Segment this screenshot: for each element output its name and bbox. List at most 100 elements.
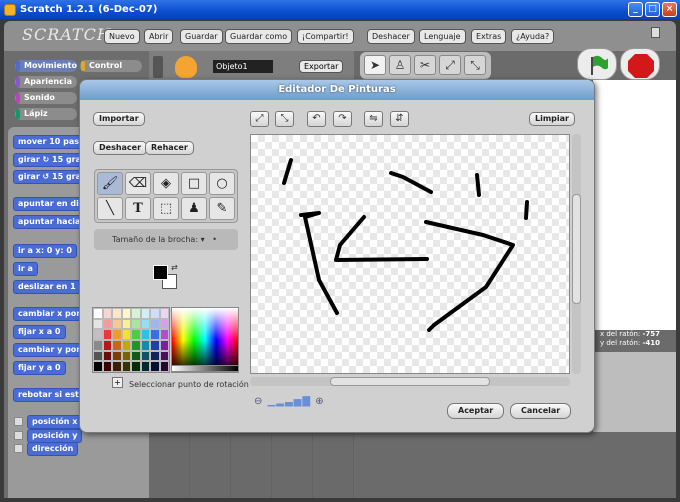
pointer-tool-icon[interactable]: ➤ [364, 55, 386, 75]
color-swatch[interactable] [131, 350, 141, 362]
color-swatch[interactable] [140, 318, 150, 330]
block-glide[interactable]: deslizar en 1 s [13, 280, 89, 294]
category-control[interactable]: Control [80, 60, 142, 72]
color-swatch[interactable] [131, 318, 141, 330]
brush-size-selector[interactable]: Tamaño de la brocha: ▾ • [94, 229, 238, 250]
color-swatch[interactable] [102, 339, 112, 351]
redo-button[interactable]: Rehacer [145, 141, 194, 155]
flip-vertical-icon[interactable]: ⇵ [390, 111, 409, 127]
eyedropper-tool-icon[interactable]: ✎ [209, 197, 235, 220]
category-pen[interactable]: Lápiz [15, 108, 77, 120]
clear-button[interactable]: Limpiar [529, 112, 575, 126]
color-swatch[interactable] [159, 318, 169, 330]
color-swatch[interactable] [93, 318, 103, 330]
grayscale-bar[interactable] [171, 365, 239, 372]
maximize-button[interactable]: □ [645, 2, 660, 17]
text-tool-icon[interactable]: T [125, 197, 151, 220]
rotate-left-icon[interactable]: ↶ [307, 111, 326, 127]
eraser-tool-icon[interactable]: ⌫ [125, 172, 151, 195]
color-swatch[interactable] [112, 339, 122, 351]
category-looks[interactable]: Apariencia [15, 76, 77, 88]
stop-button[interactable] [620, 48, 660, 80]
color-swatch[interactable] [121, 329, 131, 340]
color-swatch[interactable] [93, 339, 103, 351]
color-swatch[interactable] [140, 361, 150, 372]
color-swatch[interactable] [131, 329, 141, 340]
delete-tool-icon[interactable]: ✂ [414, 55, 436, 75]
color-swatch[interactable] [159, 350, 169, 362]
menu-help-button[interactable]: ¿Ayuda? [511, 29, 555, 44]
color-swatch[interactable] [140, 339, 150, 351]
select-tool-icon[interactable]: ⬚ [153, 197, 179, 220]
notes-icon[interactable] [651, 27, 660, 38]
sprite-rotation-style-icon[interactable] [153, 56, 163, 78]
rotate-right-icon[interactable]: ↷ [333, 111, 352, 127]
reporter-checkbox[interactable] [14, 417, 23, 426]
zoom-in-icon[interactable]: ⊕ [315, 396, 324, 407]
color-swatch[interactable] [159, 308, 169, 319]
block-go-to-xy[interactable]: ir a x: 0 y: 0 [13, 244, 77, 258]
color-swatch[interactable] [131, 308, 141, 319]
color-swatch[interactable] [150, 308, 160, 319]
color-swatch[interactable] [93, 308, 103, 319]
block-go-to[interactable]: ir a [13, 262, 38, 276]
block-set-x[interactable]: fijar x a 0 [13, 325, 66, 339]
color-swatch[interactable] [102, 308, 112, 319]
color-swatch[interactable] [150, 318, 160, 330]
canvas-horizontal-scrollbar[interactable] [250, 377, 570, 386]
color-swatch[interactable] [93, 350, 103, 362]
zoom-level-bars-icon[interactable]: ▁▂▃▅▇ [268, 396, 311, 407]
color-swatch[interactable] [140, 350, 150, 362]
menu-share-button[interactable]: ¡Compartir! [297, 29, 354, 44]
block-direction[interactable]: dirección [27, 442, 79, 456]
color-swatch[interactable] [93, 329, 103, 340]
color-swatch[interactable] [131, 361, 141, 372]
undo-button[interactable]: Deshacer [93, 141, 148, 155]
block-change-y[interactable]: cambiar y por [13, 343, 86, 357]
color-spectrum-picker[interactable] [171, 307, 239, 373]
zoom-control[interactable]: ⊖ ▁▂▃▅▇ ⊕ [254, 396, 325, 407]
zoom-out-icon[interactable]: ⊖ [254, 396, 263, 407]
color-swatch[interactable] [102, 318, 112, 330]
color-swatch[interactable] [121, 339, 131, 351]
green-flag-button[interactable] [577, 48, 617, 80]
color-swatch[interactable] [159, 329, 169, 340]
close-button[interactable]: × [662, 2, 677, 17]
menu-language-button[interactable]: Lenguaje [419, 29, 466, 44]
color-swatch[interactable] [159, 339, 169, 351]
fill-tool-icon[interactable]: ◈ [153, 172, 179, 195]
block-point-towards[interactable]: apuntar hacia [13, 215, 86, 229]
menu-save-as-button[interactable]: Guardar como [225, 29, 293, 44]
block-y-position[interactable]: posición y [27, 429, 83, 443]
accept-button[interactable]: Aceptar [447, 403, 505, 419]
horizontal-scroll-thumb[interactable] [330, 377, 490, 386]
category-sound[interactable]: Sonido [15, 92, 77, 104]
color-swatch[interactable] [131, 339, 141, 351]
menu-open-button[interactable]: Abrir [144, 29, 174, 44]
export-button[interactable]: Exportar [299, 60, 344, 73]
flip-horizontal-icon[interactable]: ⇋ [364, 111, 383, 127]
stage[interactable] [593, 80, 676, 330]
scripts-area[interactable] [149, 432, 354, 498]
color-swatch[interactable] [112, 308, 122, 319]
menu-new-button[interactable]: Nuevo [104, 29, 140, 44]
color-swatch[interactable] [121, 361, 131, 372]
duplicate-tool-icon[interactable]: ♙ [389, 55, 411, 75]
color-swatch[interactable] [112, 318, 122, 330]
color-swatch[interactable] [121, 350, 131, 362]
import-button[interactable]: Importar [93, 112, 145, 126]
color-swatch[interactable] [150, 361, 160, 372]
color-swatch[interactable] [140, 329, 150, 340]
color-swatch[interactable] [112, 361, 122, 372]
minimize-button[interactable]: _ [628, 2, 643, 17]
color-swatch[interactable] [102, 350, 112, 362]
brush-tool-icon[interactable]: 🖌 [97, 172, 123, 195]
block-x-position[interactable]: posición x [27, 415, 83, 429]
stamp-tool-icon[interactable]: ♟ [181, 197, 207, 220]
color-swatch[interactable] [159, 361, 169, 372]
block-set-y[interactable]: fijar y a 0 [13, 361, 66, 375]
sprite-list[interactable] [593, 352, 676, 432]
color-swatch[interactable] [150, 339, 160, 351]
reporter-checkbox[interactable] [14, 444, 23, 453]
color-swatch[interactable] [93, 361, 103, 372]
